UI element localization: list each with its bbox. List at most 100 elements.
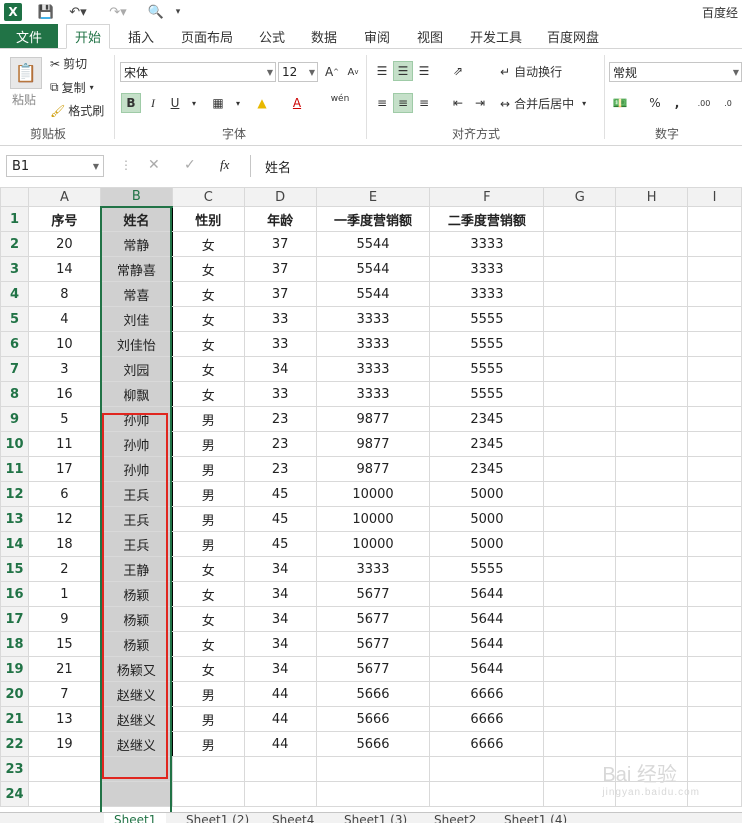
cell[interactable]: 常静 bbox=[99, 231, 173, 257]
undo-icon[interactable]: ↶▾ bbox=[64, 3, 92, 21]
cell[interactable]: 21 bbox=[27, 656, 101, 682]
cell[interactable]: 6666 bbox=[429, 681, 545, 707]
cell[interactable]: 刘佳怡 bbox=[99, 331, 173, 357]
cell[interactable]: 18 bbox=[27, 531, 101, 557]
cell[interactable]: 37 bbox=[243, 256, 317, 282]
cell[interactable]: 4 bbox=[27, 306, 101, 332]
cell[interactable]: 9877 bbox=[315, 456, 431, 482]
cell[interactable] bbox=[615, 606, 689, 632]
align-top-icon[interactable]: ☰ bbox=[372, 61, 392, 81]
cell[interactable] bbox=[687, 556, 742, 582]
cell[interactable]: 34 bbox=[243, 356, 317, 382]
cell[interactable]: 33 bbox=[243, 381, 317, 407]
row-header[interactable]: 5 bbox=[0, 306, 29, 332]
formula-input[interactable]: 姓名 bbox=[250, 155, 742, 177]
cell[interactable]: 王兵 bbox=[99, 481, 173, 507]
cell[interactable]: 34 bbox=[243, 631, 317, 657]
cell[interactable]: 5544 bbox=[315, 256, 431, 282]
cell[interactable]: 刘园 bbox=[99, 356, 173, 382]
italic-button[interactable]: I bbox=[143, 93, 163, 113]
column-header-g[interactable]: G bbox=[543, 187, 617, 207]
cell-table[interactable]: A B C D E F G H I 1 序号 姓名 性别 年龄 一季度营销额 二季度营销额 2 20 常静女 37 55… bbox=[0, 187, 742, 807]
cell[interactable]: 孙帅 bbox=[99, 406, 173, 432]
cell[interactable] bbox=[687, 456, 742, 482]
row-header[interactable]: 3 bbox=[0, 256, 29, 282]
cell[interactable]: 34 bbox=[243, 581, 317, 607]
cell[interactable] bbox=[543, 381, 617, 407]
cell[interactable] bbox=[543, 706, 617, 732]
row-header[interactable]: 21 bbox=[0, 706, 29, 732]
cell[interactable]: 19 bbox=[27, 731, 101, 757]
cell[interactable]: 孙帅 bbox=[99, 431, 173, 457]
cell[interactable] bbox=[687, 331, 742, 357]
cell[interactable] bbox=[543, 731, 617, 757]
font-color-icon[interactable]: A bbox=[287, 93, 307, 113]
cell[interactable] bbox=[615, 406, 689, 432]
cell[interactable] bbox=[687, 581, 742, 607]
cell[interactable]: 44 bbox=[243, 731, 317, 757]
cell[interactable] bbox=[615, 581, 689, 607]
cell[interactable]: 5555 bbox=[429, 356, 545, 382]
cell[interactable]: 3333 bbox=[315, 306, 431, 332]
cell[interactable] bbox=[171, 756, 245, 782]
cell[interactable]: 23 bbox=[243, 431, 317, 457]
cell[interactable]: 10000 bbox=[315, 506, 431, 532]
cell[interactable] bbox=[687, 256, 742, 282]
cell[interactable]: 赵继义 bbox=[99, 731, 173, 757]
cell[interactable] bbox=[543, 281, 617, 307]
cell[interactable] bbox=[429, 756, 545, 782]
row-header[interactable]: 19 bbox=[0, 656, 29, 682]
border-icon[interactable]: ▦ bbox=[208, 93, 228, 113]
cell[interactable]: 11 bbox=[27, 431, 101, 457]
cell[interactable]: 5677 bbox=[315, 581, 431, 607]
row-header[interactable]: 15 bbox=[0, 556, 29, 582]
currency-icon[interactable]: 💵 bbox=[610, 93, 630, 113]
cell[interactable]: 男 bbox=[171, 531, 245, 557]
cell[interactable]: 45 bbox=[243, 506, 317, 532]
cell[interactable]: 女 bbox=[171, 281, 245, 307]
cell[interactable] bbox=[687, 406, 742, 432]
cell[interactable] bbox=[99, 756, 173, 782]
tab-file[interactable]: 文件 bbox=[0, 24, 58, 48]
cell[interactable] bbox=[687, 381, 742, 407]
cell[interactable] bbox=[687, 431, 742, 457]
cell[interactable] bbox=[27, 756, 101, 782]
cell[interactable] bbox=[615, 706, 689, 732]
cell[interactable]: 3333 bbox=[429, 256, 545, 282]
row-header[interactable]: 1 bbox=[0, 206, 29, 232]
cell[interactable] bbox=[687, 681, 742, 707]
cell[interactable] bbox=[615, 306, 689, 332]
cell[interactable] bbox=[315, 756, 431, 782]
cell[interactable] bbox=[615, 456, 689, 482]
wrap-text-button[interactable]: ↵ 自动换行 bbox=[500, 63, 562, 80]
cell[interactable] bbox=[615, 331, 689, 357]
cell[interactable] bbox=[615, 556, 689, 582]
cell[interactable]: 9 bbox=[27, 606, 101, 632]
copy-button[interactable]: ⧉ 复制 ▾ bbox=[50, 79, 94, 96]
cell[interactable] bbox=[615, 631, 689, 657]
font-name-combo[interactable]: 宋体 ▼ bbox=[120, 62, 276, 82]
cell[interactable] bbox=[615, 731, 689, 757]
cell[interactable]: 2345 bbox=[429, 431, 545, 457]
number-format-combo[interactable]: 常规 ▼ bbox=[609, 62, 742, 82]
cell[interactable]: 23 bbox=[243, 406, 317, 432]
cell[interactable] bbox=[615, 356, 689, 382]
cell[interactable]: 10000 bbox=[315, 531, 431, 557]
customize-toolbar-icon[interactable]: ▾ bbox=[172, 3, 184, 21]
cell[interactable]: 33 bbox=[243, 331, 317, 357]
decrease-indent-icon[interactable]: ⇤ bbox=[448, 93, 468, 113]
bold-button[interactable]: B bbox=[121, 93, 141, 113]
cell[interactable]: 12 bbox=[27, 506, 101, 532]
cell[interactable]: 男 bbox=[171, 406, 245, 432]
align-bottom-icon[interactable]: ☰ bbox=[414, 61, 434, 81]
cell[interactable] bbox=[687, 281, 742, 307]
increase-indent-icon[interactable]: ⇥ bbox=[470, 93, 490, 113]
cell[interactable]: 37 bbox=[243, 281, 317, 307]
cell[interactable]: 王静 bbox=[99, 556, 173, 582]
cell[interactable]: 女 bbox=[171, 331, 245, 357]
cell[interactable] bbox=[615, 281, 689, 307]
border-dropdown-icon[interactable]: ▾ bbox=[228, 93, 248, 113]
cell[interactable]: 序号 bbox=[27, 206, 101, 232]
row-header[interactable]: 8 bbox=[0, 381, 29, 407]
paste-icon[interactable]: 📋 bbox=[10, 57, 42, 89]
